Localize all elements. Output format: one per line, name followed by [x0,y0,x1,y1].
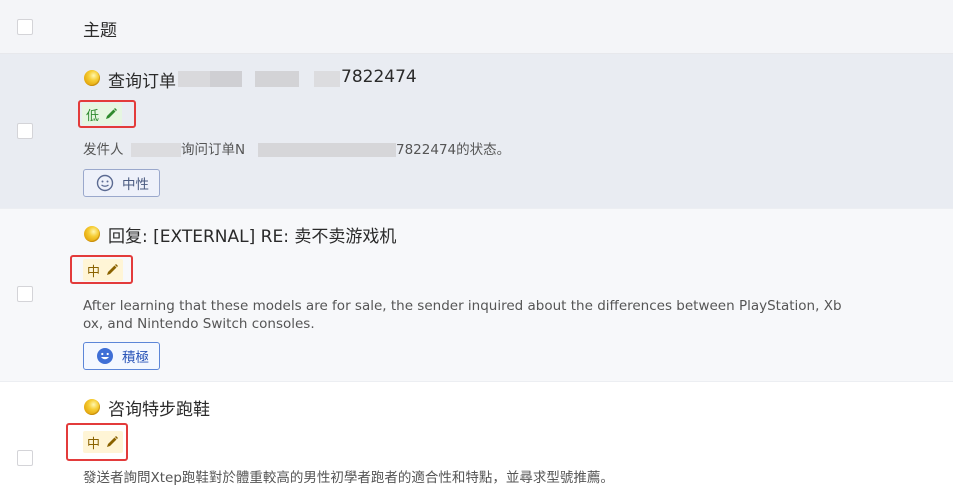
ticket-summary: 發送者詢問Xtep跑鞋對於體重較高的男性初學者跑者的適合性和特點，並尋求型號推薦… [83,470,614,486]
ticket-subject[interactable]: 回复: [EXTERNAL] RE: 卖不卖游戏机 [108,222,396,247]
redacted-block [255,71,299,87]
redacted-block [258,143,396,157]
sentiment-badge[interactable]: 積極 [83,342,160,370]
ticket-summary: After learning that these models are for… [83,297,933,333]
row-checkbox[interactable] [17,123,33,139]
priority-tag[interactable]: 低 [82,103,123,125]
summary-prefix: 发件人 [83,142,124,158]
redacted-block [178,71,210,87]
coin-icon [84,399,100,415]
happy-face-icon [97,348,113,364]
coin-icon [84,70,100,86]
ticket-subject[interactable]: 咨询特步跑鞋 [108,395,210,420]
column-header-subject[interactable]: 主题 [83,16,117,41]
pencil-icon[interactable] [105,435,119,449]
sentiment-label: 積極 [122,350,149,366]
summary-mid: 询问订单N [181,142,246,158]
redacted-block [314,71,340,87]
ticket-table: 主题 查询订单 7822474 低 发件人 询问订单N 7822474的状态。 [0,0,953,494]
table-header: 主题 [0,0,953,54]
pencil-icon[interactable] [105,263,119,277]
summary-suffix: 7822474的状态。 [396,142,511,158]
coin-icon [84,226,100,242]
ticket-subject-prefix: 查询订单 [108,72,176,92]
ticket-subject[interactable]: 查询订单 [108,67,176,92]
row-checkbox[interactable] [17,450,33,466]
table-row[interactable]: 回复: [EXTERNAL] RE: 卖不卖游戏机 中 After learni… [0,208,953,381]
ticket-summary: 发件人 [83,141,124,159]
priority-tag[interactable]: 中 [83,431,124,453]
redacted-block [210,71,242,87]
table-row[interactable]: 咨询特步跑鞋 中 發送者詢問Xtep跑鞋對於體重較高的男性初學者跑者的適合性和特… [0,381,953,494]
sentiment-badge[interactable]: 中性 [83,169,160,197]
priority-tag[interactable]: 中 [83,259,124,281]
summary-line: ox, and Nintendo Switch consoles. [83,316,315,332]
priority-label: 中 [87,436,101,452]
priority-label: 中 [87,264,101,280]
select-all-checkbox[interactable] [17,19,33,35]
sentiment-label: 中性 [122,177,149,193]
row-checkbox[interactable] [17,286,33,302]
redacted-block [131,143,181,157]
ticket-subject-suffix: 7822474 [341,67,417,87]
priority-label: 低 [86,108,100,124]
table-row[interactable]: 查询订单 7822474 低 发件人 询问订单N 7822474的状态。 中性 [0,54,953,208]
neutral-face-icon [96,174,114,192]
pencil-icon[interactable] [104,107,118,121]
summary-line: After learning that these models are for… [83,298,842,314]
